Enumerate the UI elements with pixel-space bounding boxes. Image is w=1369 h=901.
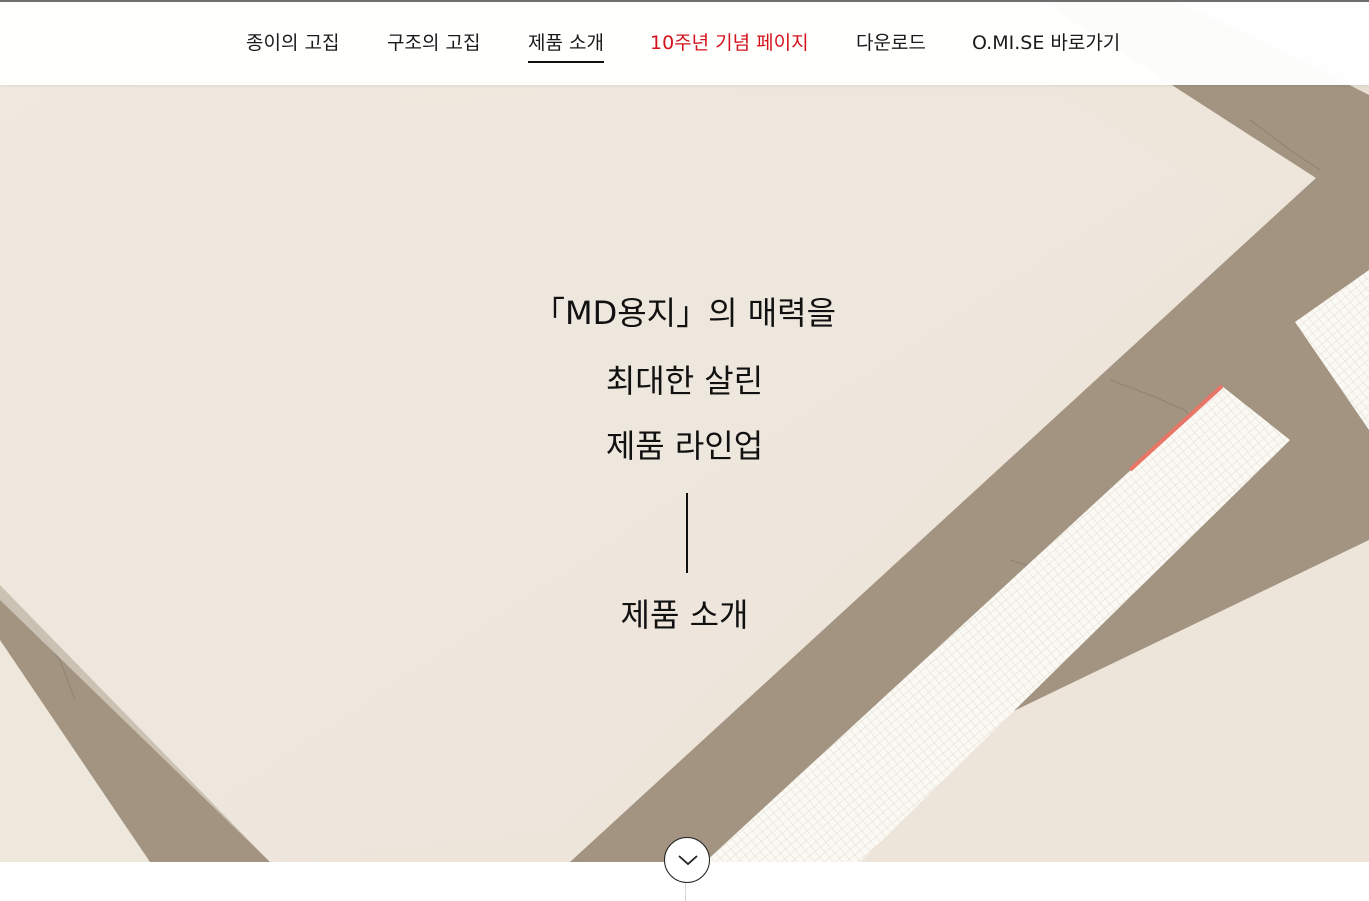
top-navigation: 종이의 고집 구조의 고집 제품 소개 10주년 기념 페이지 다운로드 O.M… xyxy=(0,2,1369,85)
top-border xyxy=(0,0,1369,2)
nav-item-label: 10주년 기념 페이지 xyxy=(650,32,809,54)
hero-headline-line1: 「MD용지」의 매력을 xyxy=(532,294,837,332)
section-title: 제품 소개 xyxy=(620,596,749,634)
nav-item-label: 종이의 고집 xyxy=(246,32,340,54)
nav-item-label: 구조의 고집 xyxy=(387,32,481,54)
hero-headline-line3: 제품 라인업 xyxy=(605,427,764,465)
page: 종이의 고집 구조의 고집 제품 소개 10주년 기념 페이지 다운로드 O.M… xyxy=(0,0,1369,901)
vertical-divider xyxy=(686,493,688,573)
nav-item-products[interactable]: 제품 소개 xyxy=(528,31,604,63)
nav-item-omise-link[interactable]: O.MI.SE 바로가기 xyxy=(972,31,1120,55)
active-nav-underline xyxy=(528,61,604,63)
chevron-down-icon xyxy=(678,855,698,866)
hero-headline-line2: 최대한 살린 xyxy=(605,362,764,400)
nav-item-label: O.MI.SE 바로가기 xyxy=(972,32,1121,54)
scroll-down-button[interactable] xyxy=(664,837,710,883)
nav-item-download[interactable]: 다운로드 xyxy=(856,31,926,55)
bottom-guide-line xyxy=(685,883,686,901)
nav-item-label: 다운로드 xyxy=(856,32,926,54)
nav-item-10th-anniversary[interactable]: 10주년 기념 페이지 xyxy=(650,31,809,55)
nav-item-structure-obsession[interactable]: 구조의 고집 xyxy=(387,31,480,55)
nav-item-label: 제품 소개 xyxy=(528,32,604,54)
nav-item-paper-obsession[interactable]: 종이의 고집 xyxy=(246,31,339,55)
